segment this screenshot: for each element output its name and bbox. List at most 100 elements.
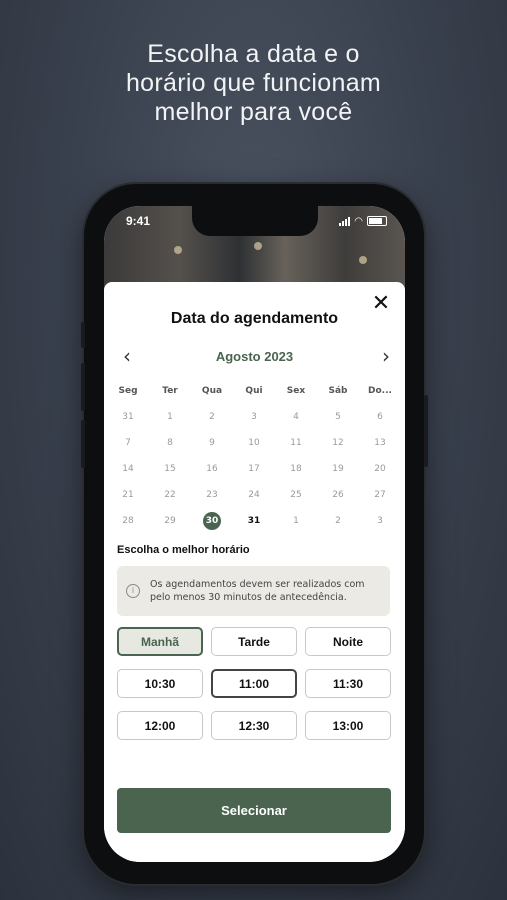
phone-power-button xyxy=(424,395,428,467)
time-slot-button[interactable]: 13:00 xyxy=(305,711,391,740)
period-afternoon-button[interactable]: Tarde xyxy=(211,627,297,656)
calendar-day[interactable]: 16 xyxy=(191,460,233,478)
phone-side-button xyxy=(81,322,85,348)
headline-line-2: horário que funcionam xyxy=(125,69,382,97)
calendar-day-label: 2 xyxy=(209,412,215,422)
calendar-day-label: 3 xyxy=(377,516,383,526)
calendar-day[interactable]: 12 xyxy=(317,434,359,452)
calendar-week: 28 29 30 31 1 2 3 xyxy=(107,508,401,534)
calendar-day[interactable]: 4 xyxy=(275,408,317,426)
period-night-button[interactable]: Noite xyxy=(305,627,391,656)
calendar-day[interactable]: 26 xyxy=(317,486,359,504)
calendar-day[interactable]: 11 xyxy=(275,434,317,452)
calendar-day[interactable]: 23 xyxy=(191,486,233,504)
calendar-day[interactable]: 31 xyxy=(107,408,149,426)
calendar-day-label: 22 xyxy=(164,490,176,500)
month-navigation: Agosto 2023 ‹ › xyxy=(114,346,395,368)
calendar-day-label: 24 xyxy=(248,490,260,500)
calendar-day-label: 31 xyxy=(122,412,134,422)
calendar-day[interactable]: 1 xyxy=(149,408,191,426)
calendar-day-label: 3 xyxy=(251,412,257,422)
calendar-day[interactable]: 13 xyxy=(359,434,401,452)
calendar-day[interactable]: 21 xyxy=(107,486,149,504)
calendar-day[interactable]: 19 xyxy=(317,460,359,478)
calendar-day-label: 13 xyxy=(374,438,386,448)
calendar-day[interactable]: 30 xyxy=(191,512,233,530)
calendar-day[interactable]: 25 xyxy=(275,486,317,504)
calendar-day[interactable]: 7 xyxy=(107,434,149,452)
calendar-day-label: 18 xyxy=(290,464,302,474)
calendar-day[interactable]: 27 xyxy=(359,486,401,504)
calendar-day-label: 6 xyxy=(377,412,383,422)
calendar-day[interactable]: 31 xyxy=(233,512,275,530)
calendar-day-label: 7 xyxy=(125,438,131,448)
calendar-day-label: 11 xyxy=(290,438,302,448)
calendar-day[interactable]: 24 xyxy=(233,486,275,504)
calendar-day-label: 2 xyxy=(335,516,341,526)
select-button[interactable]: Selecionar xyxy=(117,788,391,833)
calendar-day-label: 31 xyxy=(247,516,261,526)
calendar-day-label: 1 xyxy=(167,412,173,422)
time-slot-button[interactable]: 10:30 xyxy=(117,669,203,698)
status-time: 9:41 xyxy=(126,214,151,228)
calendar: Seg Ter Qua Qui Sex Sáb Do... 31 1 2 3 4 5 6 7 8… xyxy=(107,378,401,534)
calendar-day[interactable]: 18 xyxy=(275,460,317,478)
headline-line-1: Escolha a data e o xyxy=(147,40,360,68)
calendar-day-label: 25 xyxy=(290,490,302,500)
calendar-weekdays: Seg Ter Qua Qui Sex Sáb Do... xyxy=(107,378,401,404)
battery-icon xyxy=(367,216,387,226)
calendar-day-label: 10 xyxy=(248,438,260,448)
time-slot-button[interactable]: 11:30 xyxy=(305,669,391,698)
calendar-day-label: 8 xyxy=(167,438,173,448)
time-slot-button[interactable]: 11:00 xyxy=(211,669,297,698)
calendar-day-label: 26 xyxy=(332,490,344,500)
calendar-day-label: 5 xyxy=(335,412,341,422)
calendar-day[interactable]: 8 xyxy=(149,434,191,452)
weekday-label: Sex xyxy=(286,386,306,396)
chevron-left-icon[interactable]: ‹ xyxy=(118,346,136,368)
period-morning-button[interactable]: Manhã xyxy=(117,627,203,656)
chevron-right-icon[interactable]: › xyxy=(377,346,395,368)
weekday-label: Sáb xyxy=(328,386,348,396)
calendar-day-label: 20 xyxy=(374,464,386,474)
calendar-week: 14 15 16 17 18 19 20 xyxy=(107,456,401,482)
calendar-day[interactable]: 2 xyxy=(317,512,359,530)
calendar-day[interactable]: 3 xyxy=(233,408,275,426)
calendar-week: 31 1 2 3 4 5 6 xyxy=(107,404,401,430)
notice-box: i Os agendamentos devem ser realizados c… xyxy=(117,566,390,616)
calendar-week: 21 22 23 24 25 26 27 xyxy=(107,482,401,508)
calendar-day[interactable]: 22 xyxy=(149,486,191,504)
sheet-title: Data do agendamento xyxy=(170,310,339,327)
time-slot-button[interactable]: 12:00 xyxy=(117,711,203,740)
period-tabs: Manhã Tarde Noite xyxy=(117,627,391,656)
calendar-day[interactable]: 14 xyxy=(107,460,149,478)
calendar-day-label: 27 xyxy=(374,490,386,500)
calendar-day-label: 19 xyxy=(332,464,344,474)
calendar-day-label: 9 xyxy=(209,438,215,448)
calendar-day[interactable]: 5 xyxy=(317,408,359,426)
calendar-day[interactable]: 2 xyxy=(191,408,233,426)
headline: Escolha a data e o horário que funcionam… xyxy=(0,40,507,127)
phone-volume-up xyxy=(81,363,85,411)
calendar-day[interactable]: 15 xyxy=(149,460,191,478)
notice-text: Os agendamentos devem ser realizados com… xyxy=(150,579,365,603)
calendar-day[interactable]: 3 xyxy=(359,512,401,530)
calendar-day[interactable]: 20 xyxy=(359,460,401,478)
info-icon: i xyxy=(126,584,140,598)
calendar-day-label: 1 xyxy=(293,516,299,526)
calendar-day-label: 21 xyxy=(122,490,134,500)
time-slot-button[interactable]: 12:30 xyxy=(211,711,297,740)
calendar-day-label: 14 xyxy=(122,464,134,474)
calendar-day[interactable]: 9 xyxy=(191,434,233,452)
calendar-week: 7 8 9 10 11 12 13 xyxy=(107,430,401,456)
calendar-day[interactable]: 29 xyxy=(149,512,191,530)
calendar-day[interactable]: 6 xyxy=(359,408,401,426)
calendar-day[interactable]: 1 xyxy=(275,512,317,530)
time-slots-row-1: 10:30 11:00 11:30 xyxy=(117,669,391,698)
calendar-day[interactable]: 28 xyxy=(107,512,149,530)
weekday-label: Seg xyxy=(118,386,138,396)
weekday-label: Do... xyxy=(368,386,392,396)
calendar-day[interactable]: 10 xyxy=(233,434,275,452)
calendar-day-label: 15 xyxy=(164,464,176,474)
calendar-day[interactable]: 17 xyxy=(233,460,275,478)
